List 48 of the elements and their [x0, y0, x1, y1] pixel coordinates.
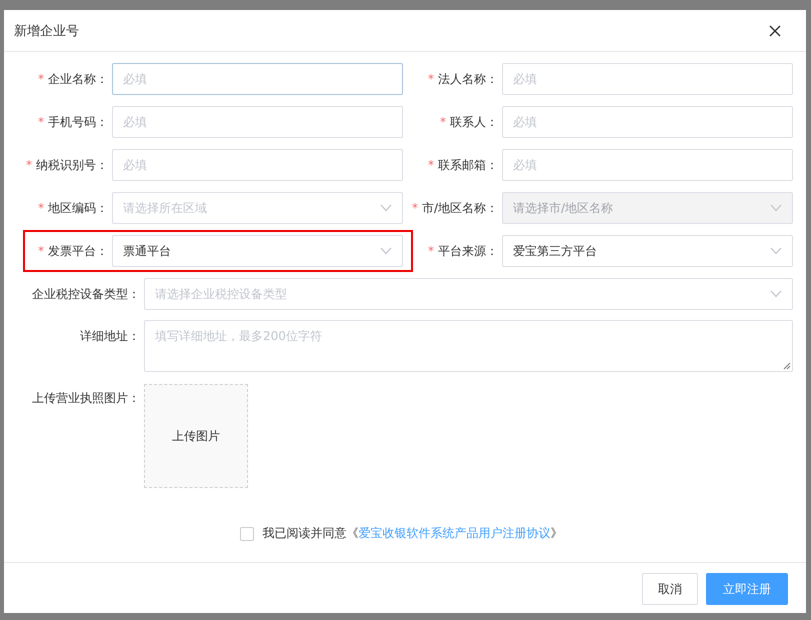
input-field[interactable]: 必填 — [502, 106, 793, 138]
field-label: 地区编码： — [48, 200, 108, 216]
required-asterisk: * — [38, 115, 44, 129]
chevron-down-icon — [770, 204, 782, 212]
select-field[interactable]: 请选择企业税控设备类型 — [144, 278, 793, 310]
field-label: 手机号码： — [48, 114, 108, 130]
chevron-down-icon — [770, 290, 782, 298]
field-label: 联系邮箱： — [438, 156, 498, 174]
field-label: 企业名称： — [48, 70, 108, 88]
register-button[interactable]: 立即注册 — [706, 573, 788, 605]
input-field[interactable]: 必填 — [502, 149, 793, 181]
field-label: 发票平台： — [48, 242, 108, 260]
textarea-field[interactable]: 填写详细地址，最多200位字符 — [144, 320, 793, 372]
cancel-button[interactable]: 取消 — [642, 573, 698, 605]
input-field[interactable]: 必填 — [112, 149, 403, 181]
field-label: 联系人： — [450, 114, 498, 130]
agreement-link[interactable]: 爱宝收银软件系统产品用户注册协议 — [358, 526, 550, 540]
select-field[interactable]: 爱宝第三方平台 — [502, 235, 793, 267]
required-asterisk: * — [428, 158, 434, 172]
input-field[interactable]: 必填 — [112, 106, 403, 138]
required-asterisk: * — [26, 158, 32, 172]
required-asterisk: * — [428, 72, 434, 86]
chevron-down-icon — [380, 247, 392, 255]
field-label: 上传营业执照图片： — [31, 390, 140, 407]
field-label: 详细地址： — [79, 328, 140, 345]
resize-handle-icon[interactable] — [783, 362, 791, 370]
select-field[interactable]: 请选择所在区域 — [112, 192, 403, 224]
required-asterisk: * — [428, 244, 434, 258]
field-label: 纳税识别号： — [36, 156, 108, 174]
upload-button[interactable]: 上传图片 — [144, 384, 248, 488]
input-field[interactable]: 必填 — [112, 63, 403, 95]
required-asterisk: * — [38, 244, 44, 258]
field-label: 平台来源： — [438, 242, 498, 260]
required-asterisk: * — [412, 201, 418, 215]
required-asterisk: * — [38, 72, 44, 86]
select-field[interactable]: 票通平台 — [112, 235, 403, 267]
close-icon[interactable] — [769, 24, 781, 36]
chevron-down-icon — [380, 204, 392, 212]
dialog-title: 新增企业号 — [14, 22, 79, 40]
field-label: 市/地区名称： — [422, 200, 498, 216]
field-label: 企业税控设备类型： — [31, 286, 140, 303]
input-field[interactable]: 必填 — [502, 63, 793, 95]
checkbox[interactable] — [240, 526, 254, 540]
chevron-down-icon — [770, 247, 782, 255]
required-asterisk: * — [440, 115, 446, 129]
agreement-text: 我已阅读并同意《爱宝收银软件系统产品用户注册协议》 — [262, 525, 562, 542]
required-asterisk: * — [38, 201, 44, 215]
field-label: 法人名称： — [438, 70, 498, 88]
